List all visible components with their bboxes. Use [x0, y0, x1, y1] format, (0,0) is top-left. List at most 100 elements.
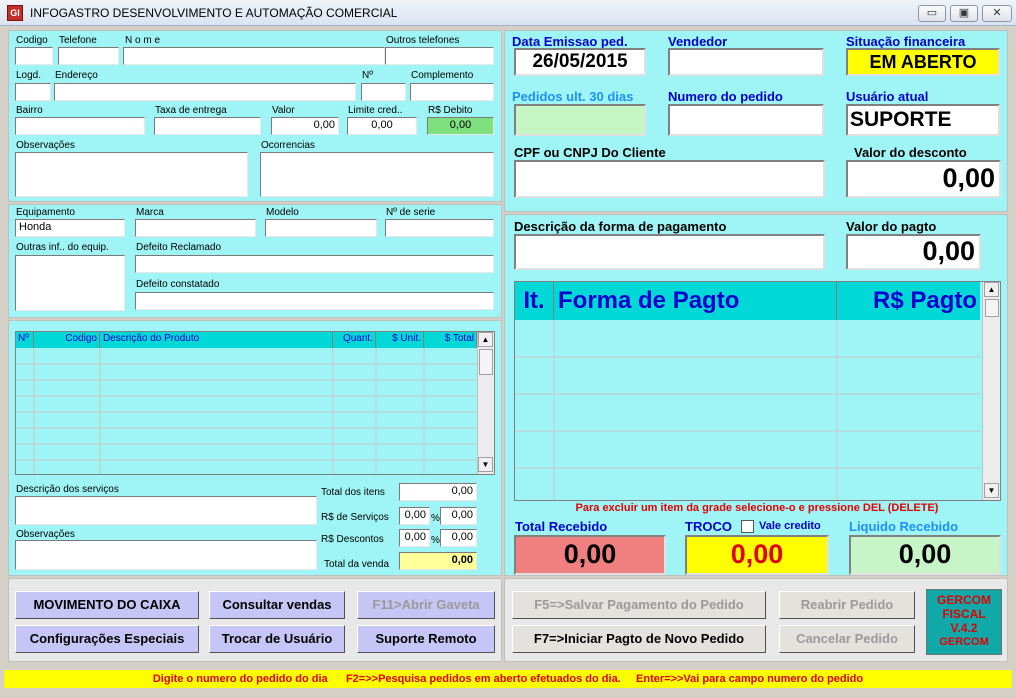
- taxa-field[interactable]: [154, 117, 261, 135]
- vale-credito-label: Vale credito: [759, 520, 821, 532]
- badge-line3: V.4.2: [950, 621, 978, 635]
- valor-field[interactable]: 0,00: [271, 117, 339, 135]
- data-emissao-field[interactable]: 26/05/2015: [514, 48, 646, 76]
- vendedor-field[interactable]: [668, 48, 824, 76]
- scroll-thumb[interactable]: [985, 299, 999, 317]
- salvar-pagamento-button[interactable]: F5=>Salvar Pagamento do Pedido: [512, 591, 766, 619]
- pct-icon: %: [431, 535, 440, 546]
- app-icon: GI: [7, 5, 23, 21]
- numero-field[interactable]: [361, 83, 406, 101]
- scroll-down-icon[interactable]: ▼: [984, 483, 999, 498]
- outros-telefones-field[interactable]: [385, 47, 494, 65]
- codigo-field[interactable]: [15, 47, 53, 65]
- payments-grid[interactable]: It. Forma de Pagto R$ Pagto ▲ ▼: [514, 281, 1001, 501]
- defeito-constatado-field[interactable]: [135, 292, 494, 310]
- usuario-atual-field: SUPORTE: [846, 104, 1000, 136]
- close-button[interactable]: ✕: [982, 5, 1012, 22]
- observacoes-field[interactable]: [15, 152, 248, 197]
- products-grid[interactable]: Nº Codigo Descrição do Produto Quant. $ …: [15, 331, 495, 475]
- marca-field[interactable]: [135, 219, 256, 237]
- serie-label: Nº de serie: [386, 207, 436, 218]
- scroll-up-icon[interactable]: ▲: [478, 332, 493, 347]
- bairro-field[interactable]: [15, 117, 145, 135]
- ocorrencias-field[interactable]: [260, 152, 494, 197]
- payments-scrollbar[interactable]: ▲ ▼: [982, 282, 1000, 500]
- badge-line2: FISCAL: [942, 607, 986, 621]
- scroll-up-icon[interactable]: ▲: [984, 282, 999, 297]
- products-panel: Nº Codigo Descrição do Produto Quant. $ …: [8, 320, 502, 576]
- logd-field[interactable]: [15, 83, 51, 101]
- servicos-pct-field[interactable]: 0,00: [399, 507, 430, 525]
- scroll-down-icon[interactable]: ▼: [478, 457, 493, 472]
- valor-desconto-field[interactable]: 0,00: [846, 160, 1001, 198]
- troco-field: 0,00: [685, 535, 829, 575]
- iniciar-pagto-button[interactable]: F7=>Iniciar Pagto de Novo Pedido: [512, 625, 766, 653]
- ocorrencias-label: Ocorrencias: [261, 140, 315, 151]
- total-itens-field: 0,00: [399, 483, 477, 501]
- title-bar: GI INFOGASTRO DESENVOLVIMENTO E AUTOMAÇÃ…: [0, 0, 1016, 26]
- defeito-reclamado-field[interactable]: [135, 255, 494, 273]
- reabrir-pedido-button[interactable]: Reabrir Pedido: [779, 591, 915, 619]
- scroll-thumb[interactable]: [479, 349, 493, 375]
- nome-field[interactable]: [123, 47, 385, 65]
- limite-field[interactable]: 0,00: [347, 117, 417, 135]
- data-emissao-label: Data Emissao ped.: [512, 34, 628, 49]
- valor-pagto-field[interactable]: 0,00: [846, 234, 981, 270]
- consultar-vendas-button[interactable]: Consultar vendas: [209, 591, 345, 619]
- trocar-usuario-button[interactable]: Trocar de Usuário: [209, 625, 345, 653]
- modelo-field[interactable]: [265, 219, 377, 237]
- col-total: $ Total: [424, 332, 477, 348]
- status-bar: Digite o numero do pedido do dia F2=>>Pe…: [4, 670, 1012, 688]
- descontos-val-field[interactable]: 0,00: [440, 529, 477, 547]
- serie-field[interactable]: [385, 219, 494, 237]
- complemento-field[interactable]: [410, 83, 494, 101]
- debito-label: R$ Debito: [428, 105, 473, 116]
- nome-label: N o m e: [125, 35, 161, 46]
- cpf-cnpj-field[interactable]: [514, 160, 825, 198]
- numero-label: Nº: [362, 70, 373, 81]
- total-itens-label: Total dos itens: [321, 487, 385, 498]
- outras-info-label: Outras inf.. do equip.: [16, 242, 109, 253]
- endereco-field[interactable]: [54, 83, 356, 101]
- modelo-label: Modelo: [266, 207, 299, 218]
- pct-icon: %: [431, 513, 440, 524]
- equipamento-field[interactable]: Honda: [15, 219, 125, 237]
- descontos-label: R$ Descontos: [321, 534, 384, 545]
- outras-info-field[interactable]: [15, 255, 125, 311]
- configuracoes-button[interactable]: Configurações Especiais: [15, 625, 199, 653]
- col-codigo: Codigo: [34, 332, 100, 348]
- maximize-button[interactable]: ▣: [950, 5, 978, 22]
- col-quant: Quant.: [333, 332, 376, 348]
- descricao-servicos-label: Descrição dos serviços: [16, 484, 119, 495]
- numero-pedido-field[interactable]: [668, 104, 824, 136]
- valor-label: Valor: [272, 105, 295, 116]
- vendedor-label: Vendedor: [668, 34, 728, 49]
- descricao-servicos-field[interactable]: [15, 496, 317, 525]
- servicos-val-field[interactable]: 0,00: [440, 507, 477, 525]
- logd-label: Logd.: [16, 70, 42, 81]
- right-button-panel: F5=>Salvar Pagamento do Pedido Reabrir P…: [504, 578, 1008, 662]
- col-unit: $ Unit.: [376, 332, 424, 348]
- vale-credito-checkbox[interactable]: [741, 520, 754, 533]
- suporte-remoto-button[interactable]: Suporte Remoto: [357, 625, 495, 653]
- troco-label: TROCO: [685, 519, 732, 534]
- abrir-gaveta-button[interactable]: F11>Abrir Gaveta: [357, 591, 495, 619]
- servicos-rs-label: R$ de Serviços: [321, 512, 389, 523]
- minimize-button[interactable]: ▭: [918, 5, 946, 22]
- movimento-caixa-button[interactable]: MOVIMENTO DO CAIXA: [15, 591, 199, 619]
- descontos-pct-field[interactable]: 0,00: [399, 529, 430, 547]
- telefone-field[interactable]: [58, 47, 119, 65]
- total-venda-label: Total da venda: [324, 559, 390, 570]
- numero-pedido-label: Numero do pedido: [668, 89, 783, 104]
- products-scrollbar[interactable]: ▲ ▼: [477, 332, 494, 474]
- codigo-label: Codigo: [16, 35, 48, 46]
- products-grid-lines: [16, 348, 477, 474]
- observacoes2-field[interactable]: [15, 540, 317, 570]
- col-item: It.: [515, 282, 554, 320]
- customer-panel: Codigo Telefone N o m e Outros telefones…: [8, 30, 502, 202]
- descricao-pagto-field[interactable]: [514, 234, 825, 270]
- gercom-badge: GERCOM FISCAL V.4.2 GERCOM: [926, 589, 1002, 655]
- equipment-panel: Equipamento Honda Marca Modelo Nº de ser…: [8, 204, 502, 318]
- delete-hint: Para excluir um item da grade selecione-…: [575, 502, 939, 514]
- cancelar-pedido-button[interactable]: Cancelar Pedido: [779, 625, 915, 653]
